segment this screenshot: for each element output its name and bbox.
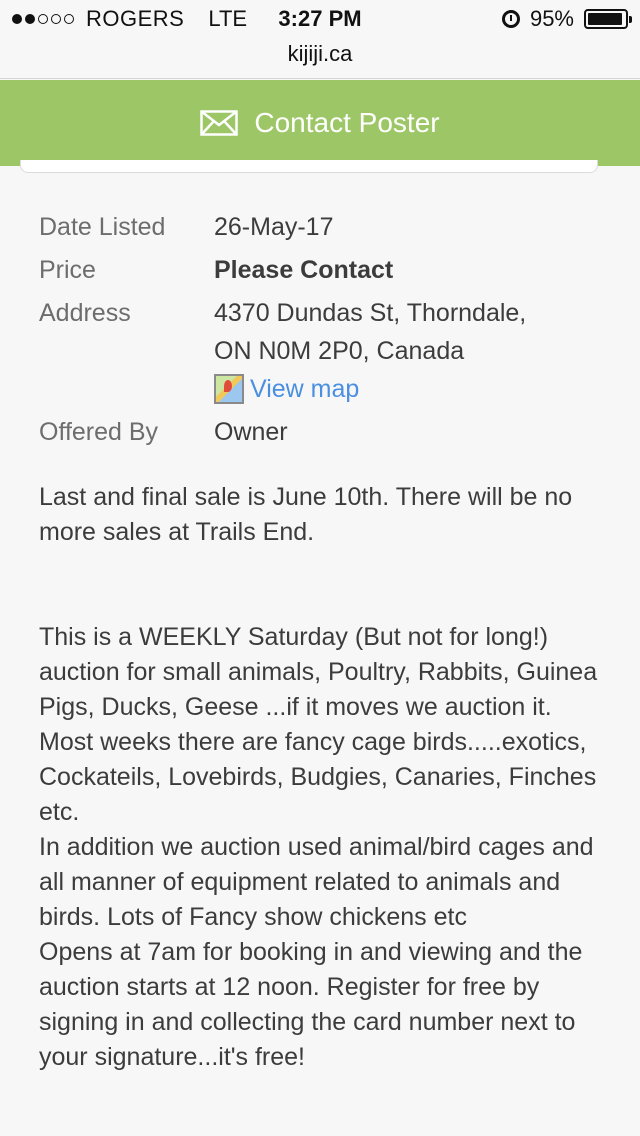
price-value: Please Contact (214, 256, 394, 284)
battery-icon (584, 9, 632, 29)
mail-icon (200, 110, 239, 136)
listing-description: Last and final sale is June 10th. There … (39, 480, 599, 1075)
offered-by-value: Owner (214, 418, 288, 446)
status-right: 95% (501, 6, 632, 32)
url-domain: kijiji.ca (287, 41, 353, 66)
offered-by-label: Offered By (39, 418, 159, 446)
description-paragraph: Last and final sale is June 10th. There … (39, 483, 573, 546)
detail-row-date: Date Listed 26-May-17 (39, 208, 609, 246)
address-value: 4370 Dundas St, Thorndale, ON N0M 2P0, C… (214, 294, 526, 408)
detail-row-address: Address 4370 Dundas St, Thorndale, ON N0… (39, 294, 609, 408)
view-map-label: View map (250, 375, 360, 403)
price-label: Price (39, 256, 96, 284)
alarm-icon (501, 10, 520, 28)
url-bar[interactable]: kijiji.ca (0, 40, 640, 79)
contact-poster-label: Contact Poster (254, 107, 440, 138)
map-icon (214, 374, 244, 404)
detail-row-offered-by: Offered By Owner (39, 413, 609, 451)
status-bar: ROGERS LTE 3:27 PM 95% (0, 0, 640, 40)
listing-details: Date Listed 26-May-17 Price Please Conta… (39, 208, 609, 456)
address-label: Address (39, 299, 131, 327)
address-line-1: 4370 Dundas St, Thorndale, (214, 299, 527, 327)
date-listed-value: 26-May-17 (214, 213, 334, 241)
battery-percent: 95% (529, 6, 574, 31)
battery-fill (588, 13, 623, 25)
contact-poster-button[interactable]: Contact Poster (0, 80, 640, 166)
description-paragraph: This is a WEEKLY Saturday (But not for l… (39, 623, 598, 826)
date-listed-label: Date Listed (39, 213, 166, 241)
address-line-2: ON N0M 2P0, Canada (214, 337, 465, 365)
view-map-link[interactable]: View map (214, 370, 526, 408)
description-paragraph: In addition we auction used animal/bird … (39, 833, 594, 931)
card-edge (20, 160, 598, 173)
detail-row-price: Price Please Contact (39, 251, 609, 289)
description-paragraph: Opens at 7am for booking in and viewing … (39, 938, 583, 1071)
